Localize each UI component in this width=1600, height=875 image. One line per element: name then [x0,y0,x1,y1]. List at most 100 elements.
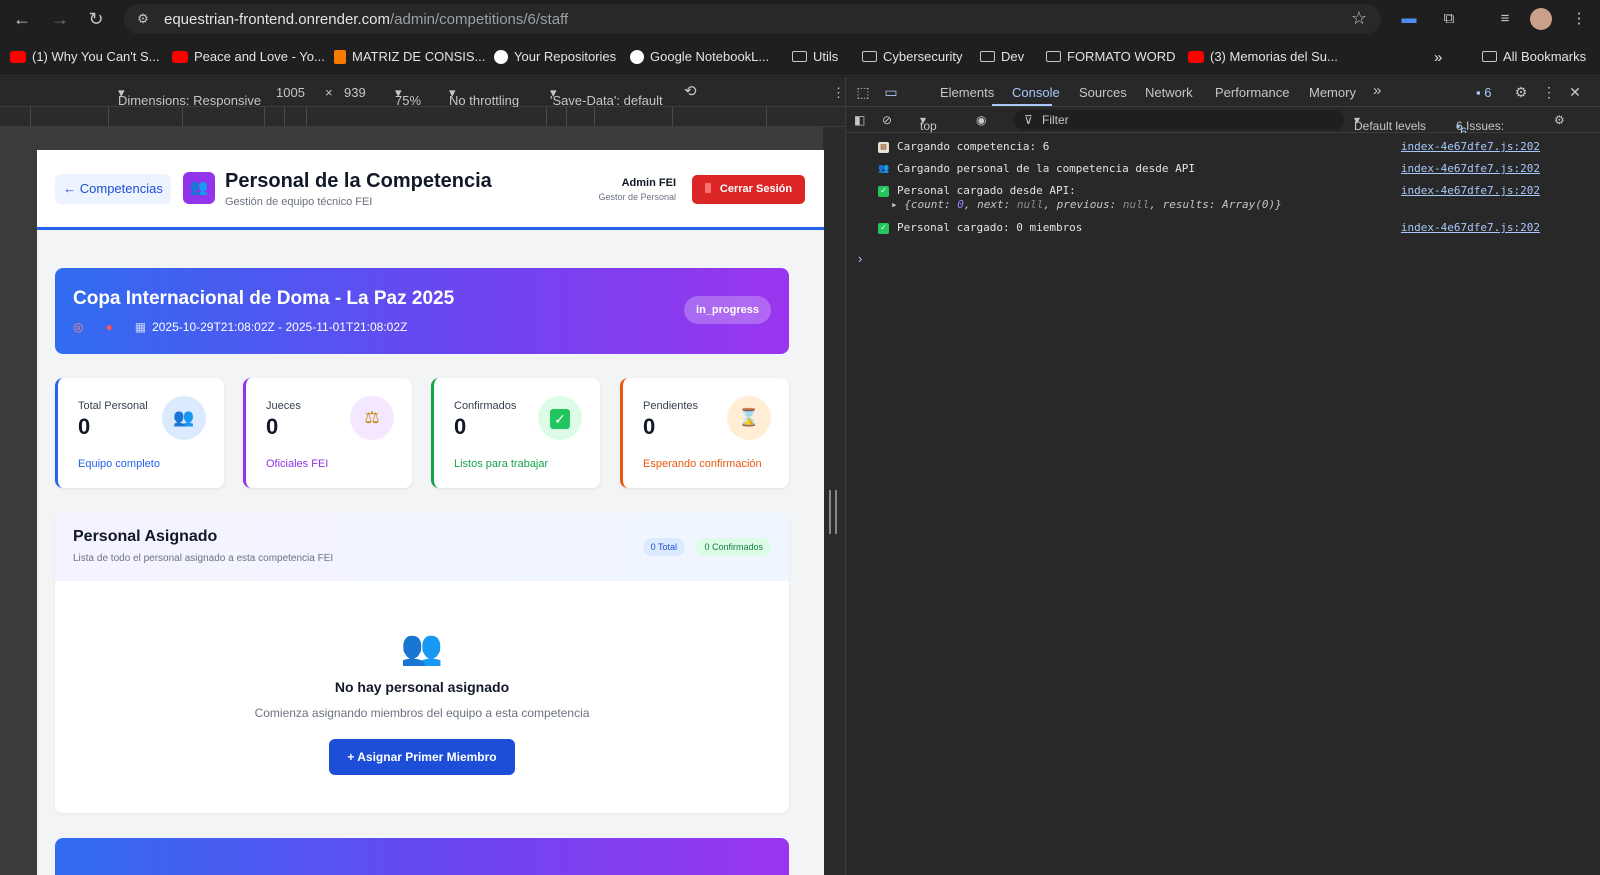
staff-people-icon: 👥 [183,172,215,204]
bookmark-folder[interactable]: FORMATO WORD [1046,49,1176,64]
width-input[interactable]: 1005 [276,85,305,100]
people-icon: 👥 [878,164,890,174]
logout-button[interactable]: Cerrar Sesión [692,175,805,204]
bookmark-label: Peace and Love - Yo... [194,49,325,64]
browser-toolbar: ← → ↻ ⚙ equestrian-frontend.onrender.com… [0,0,1600,38]
context-select[interactable]: top ▾ [920,113,937,133]
extension-icon[interactable]: ▬ [1398,8,1420,30]
log-source-link[interactable]: index-4e67dfe7.js:202 [1401,162,1540,175]
profile-avatar[interactable] [1530,8,1552,30]
bookmark-folder[interactable]: Cybersecurity [862,49,962,64]
site-settings-icon[interactable]: ⚙ [134,10,152,28]
notebooklm-icon [630,49,644,64]
url-host: equestrian-frontend.onrender.com [164,11,390,28]
log-text: Cargando personal de la competencia desd… [897,162,1196,175]
folder-icon [1046,51,1061,62]
address-bar[interactable]: ⚙ equestrian-frontend.onrender.com/admin… [124,4,1381,34]
log-text: Personal cargado: 0 miembros [897,221,1083,234]
rotate-icon[interactable]: ⟲ [684,82,697,100]
browser-menu-icon[interactable]: ⋮ [1568,8,1590,30]
bookmarks-bar: (1) Why You Can't S... Peace and Love - … [0,38,1600,76]
log-object-preview[interactable]: ▸ {count: 0, next: null, previous: null,… [891,198,1282,211]
eye-icon[interactable]: ◉ [976,113,986,127]
bookmark-label: (3) Memorias del Su... [1210,49,1338,64]
all-bookmarks[interactable]: All Bookmarks [1482,49,1586,64]
filter-input[interactable]: ⊽ Filter [1014,110,1344,130]
more-bookmarks-icon[interactable]: » [1434,49,1442,66]
youtube-icon [10,50,26,63]
bookmark-item[interactable]: Peace and Love - Yo... [172,49,325,64]
calendar-icon: ▦ [134,320,147,334]
bookmark-label: Google NotebookL... [650,49,770,64]
tab-console[interactable]: Console [1012,85,1060,100]
confirmed-badge: 0 Confirmados [696,538,771,556]
tab-network[interactable]: Network [1145,85,1193,100]
target-icon: ◎ [73,320,84,334]
zoom-select[interactable]: 75% ▾ [395,85,421,108]
console-settings-icon[interactable]: ⚙ [1554,113,1565,127]
bookmark-folder[interactable]: Utils [792,49,838,64]
device-menu-icon[interactable]: ⋮ [832,85,845,101]
check-icon: ✓ [538,396,582,440]
stat-value: 0 [454,414,467,439]
stat-card-total: Total Personal 0 👥 Equipo completo [55,378,224,488]
back-to-competitions-button[interactable]: ← Competencias [55,174,171,204]
tab-memory[interactable]: Memory [1309,85,1356,100]
console-output: ▤ Cargando competencia: 6 index-4e67dfe7… [846,133,1600,875]
messages-badge[interactable]: ▪ 6 [1476,85,1491,100]
puzzle-extensions-icon[interactable]: ⧉ [1438,8,1460,30]
dimensions-label: Dimensions: Responsive [118,93,262,108]
inspect-element-icon[interactable]: ⬚ [854,83,872,101]
assign-first-member-button[interactable]: + Asignar Primer Miembro [329,739,515,775]
log-source-link[interactable]: index-4e67dfe7.js:202 [1401,221,1540,234]
more-tabs-icon[interactable]: » [1373,82,1381,99]
bookmark-folder[interactable]: Dev [980,49,1024,64]
bookmark-item[interactable]: (3) Memorias del Su... [1188,49,1338,64]
bookmark-item[interactable]: MATRIZ DE CONSIS... [334,49,485,64]
stat-footer: Equipo completo [78,458,160,470]
folder-icon [862,51,877,62]
settings-gear-icon[interactable]: ⚙ [1512,83,1530,101]
stat-value: 0 [266,414,279,439]
close-icon[interactable]: ✕ [1566,83,1584,101]
stat-label: Pendientes [643,400,699,412]
resize-handle[interactable] [829,490,837,534]
filter-placeholder: Filter [1042,113,1069,127]
folder-icon [1482,51,1497,62]
dimensions-select[interactable]: Dimensions: Responsive ▾ [118,85,261,108]
bookmark-label: Dev [1001,49,1025,64]
bookmark-item[interactable]: (1) Why You Can't S... [10,49,160,64]
app-header: ← Competencias 👥 Personal de la Competen… [37,150,824,230]
people-icon: 👥 [162,396,206,440]
log-source-link[interactable]: index-4e67dfe7.js:202 [1401,140,1540,153]
throttling-select[interactable]: No throttling ▾ [449,85,519,108]
bookmark-item[interactable]: Your Repositories [494,49,616,64]
height-input[interactable]: 939 [344,85,366,100]
bookmark-item[interactable]: Google NotebookL... [630,49,769,64]
clear-console-icon[interactable]: ⊘ [882,113,892,127]
save-data-select[interactable]: 'Save-Data': default ▾ [550,85,663,108]
media-query-ruler[interactable] [0,107,845,127]
log-text: Personal cargado desde API: [897,184,1076,197]
url-text[interactable]: equestrian-frontend.onrender.com/admin/c… [164,11,568,28]
tab-sources[interactable]: Sources [1079,85,1127,100]
devtools-menu-icon[interactable]: ⋮ [1540,83,1558,101]
back-arrow-icon[interactable]: ← [10,7,34,31]
folder-icon [980,51,995,62]
staff-panel: Personal Asignado Lista de todo el perso… [55,513,789,813]
stat-value: 0 [643,414,656,439]
tab-performance[interactable]: Performance [1215,85,1289,100]
bookmark-star-icon[interactable]: ☆ [1351,8,1367,29]
levels-select[interactable]: Default levels ▾ [1354,113,1426,133]
reload-icon[interactable]: ↻ [84,7,108,31]
save-data-label: 'Save-Data': default [550,93,663,108]
competition-dates: 2025-10-29T21:08:02Z - 2025-11-01T21:08:… [152,320,408,334]
tab-elements[interactable]: Elements [940,85,994,100]
device-toggle-icon[interactable]: ▭ [882,83,900,101]
context-label: top [920,119,937,133]
sidebar-toggle-icon[interactable]: ◧ [854,113,865,127]
log-source-link[interactable]: index-4e67dfe7.js:202 [1401,184,1540,197]
media-control-icon[interactable]: ≡ [1494,8,1516,30]
forward-arrow-icon[interactable]: → [48,7,72,31]
console-prompt[interactable]: › [858,251,862,266]
